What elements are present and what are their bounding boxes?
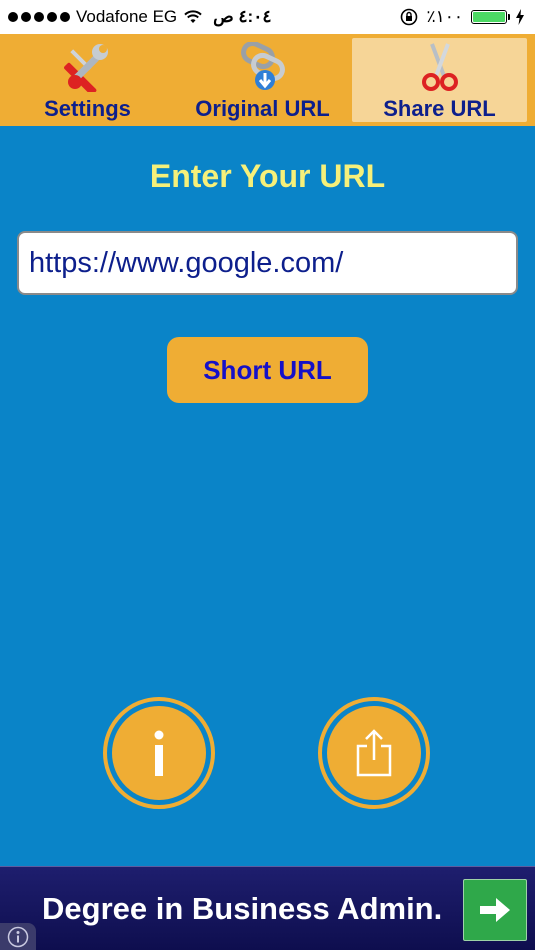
info-button[interactable]	[103, 697, 215, 809]
tab-settings-label: Settings	[44, 96, 131, 121]
page-heading: Enter Your URL	[149, 158, 386, 194]
share-icon	[356, 729, 392, 777]
chain-link-icon	[240, 42, 285, 90]
tab-bar: Settings Original URL Share URL	[0, 34, 535, 126]
charging-bolt-icon	[516, 9, 524, 25]
battery-fill	[473, 12, 505, 22]
signal-strength-icon	[8, 12, 70, 22]
battery-percent: ٪١٠٠	[426, 7, 463, 26]
tools-icon	[63, 44, 108, 92]
ad-info-icon	[7, 926, 29, 948]
app-screen: Vodafone EG ٤:٠٤ ص ٪١٠٠ Settings Origina…	[0, 0, 535, 950]
status-left: Vodafone EG ٤:٠٤ ص	[8, 7, 271, 27]
tab-share-url[interactable]: Share URL	[352, 38, 527, 122]
info-icon	[154, 730, 164, 776]
share-button[interactable]	[318, 697, 430, 809]
status-time: ٤:٠٤ ص	[213, 7, 272, 26]
share-button-inner	[327, 706, 421, 800]
tab-settings[interactable]: Settings	[0, 34, 175, 126]
battery-icon	[471, 10, 510, 24]
scissors-icon	[421, 43, 458, 91]
arrow-right-icon	[480, 898, 510, 922]
ad-info-button[interactable]	[0, 923, 36, 950]
info-button-inner	[112, 706, 206, 800]
ad-arrow-button[interactable]	[463, 879, 527, 941]
tab-share-url-label: Share URL	[383, 96, 496, 121]
tab-original-url[interactable]: Original URL	[175, 34, 350, 126]
short-url-button[interactable]: Short URL	[167, 337, 368, 403]
tab-original-url-label: Original URL	[195, 96, 330, 121]
ad-banner[interactable]: Degree in Business Admin.	[0, 866, 535, 950]
status-bar: Vodafone EG ٤:٠٤ ص ٪١٠٠	[0, 0, 535, 34]
wifi-icon	[184, 10, 202, 23]
carrier-name: Vodafone EG	[76, 7, 178, 26]
url-input[interactable]	[17, 231, 518, 295]
status-right: ٪١٠٠	[400, 7, 525, 27]
ad-text: Degree in Business Admin.	[42, 891, 443, 926]
rotation-lock-icon	[401, 8, 418, 26]
